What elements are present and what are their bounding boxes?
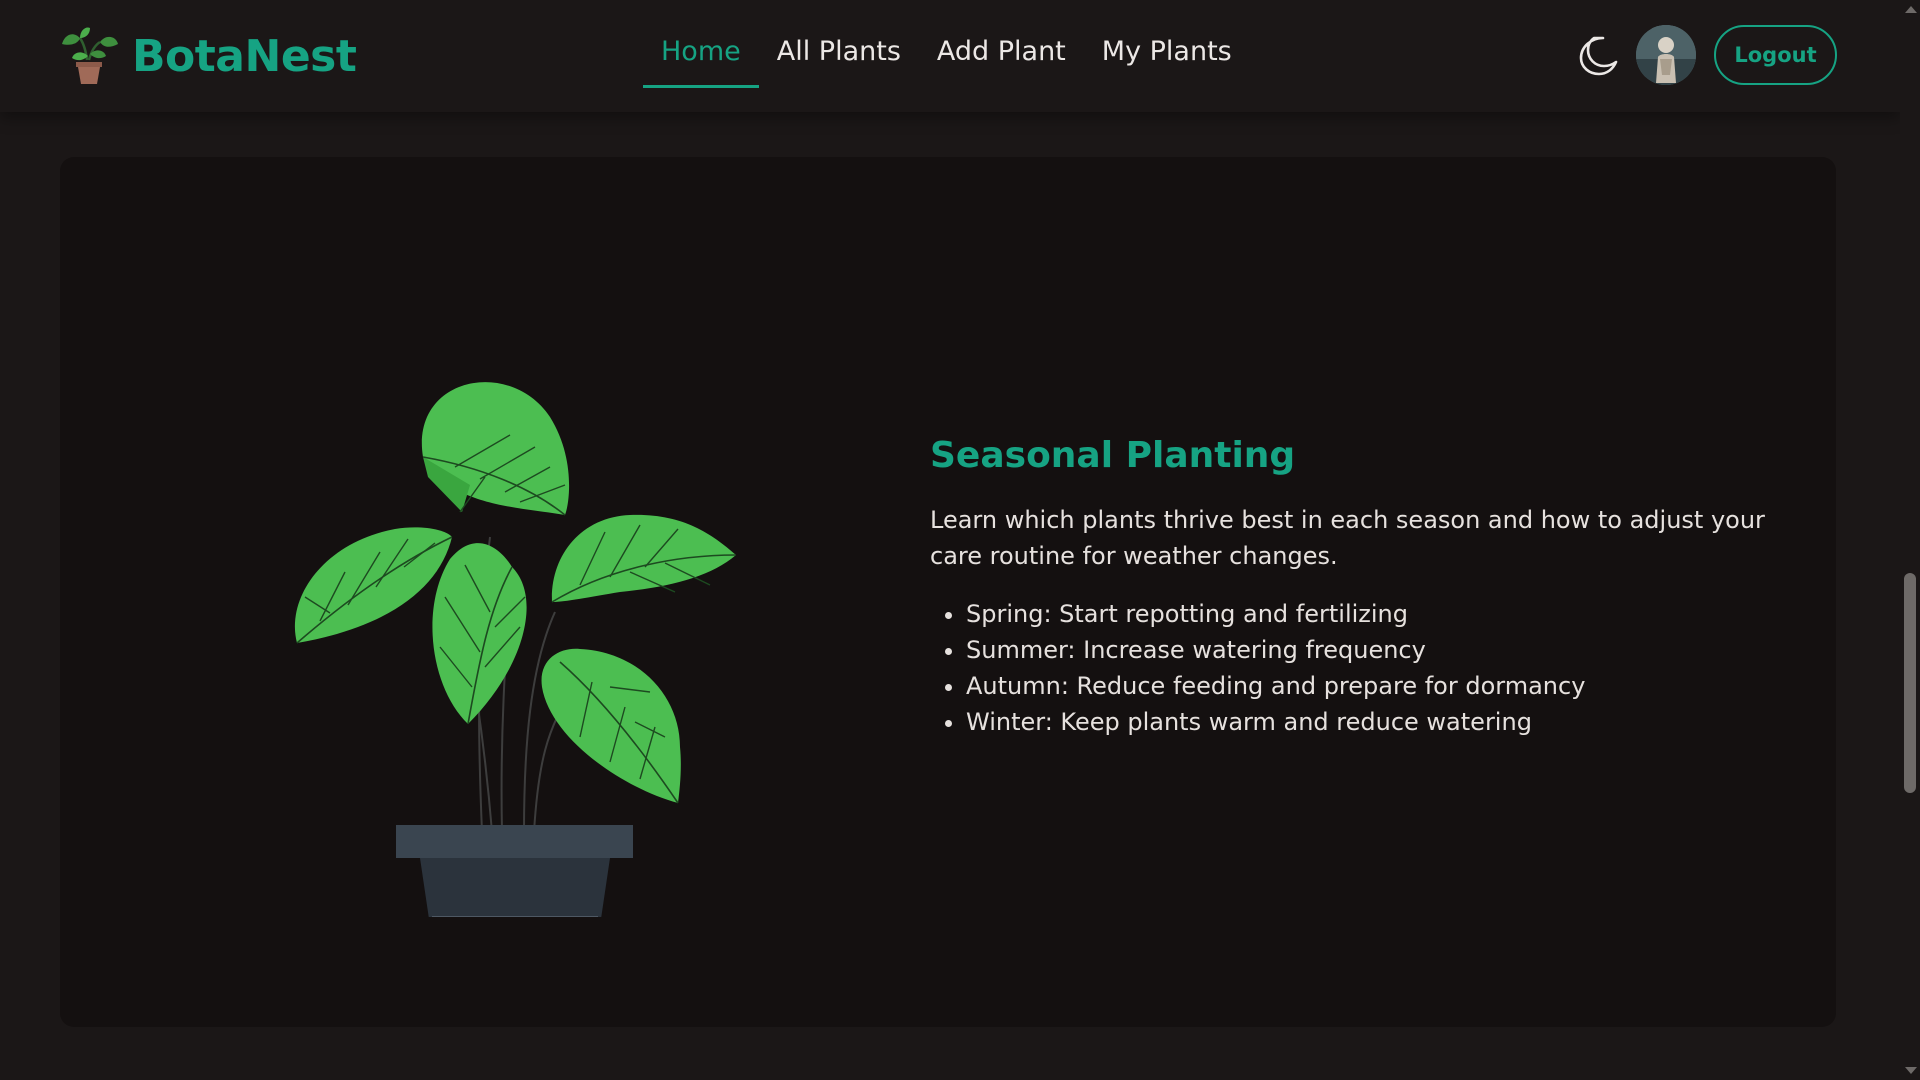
scroll-down-icon[interactable] (1905, 1067, 1917, 1074)
nav-link-my-plants[interactable]: My Plants (1084, 30, 1250, 88)
moon-icon (1579, 36, 1618, 76)
theme-toggle[interactable] (1572, 29, 1624, 81)
list-item: Winter: Keep plants warm and reduce wate… (966, 704, 1800, 740)
nav-actions: Logout (1572, 25, 1837, 85)
scroll-up-icon[interactable] (1905, 6, 1917, 13)
nav-link-all-plants[interactable]: All Plants (759, 30, 919, 88)
section-title: Seasonal Planting (930, 435, 1296, 476)
scrollbar-thumb[interactable] (1904, 573, 1916, 793)
nav-link-add-plant[interactable]: Add Plant (919, 30, 1084, 88)
brand[interactable]: BotaNest (60, 26, 357, 86)
list-item: Summer: Increase watering frequency (966, 632, 1800, 668)
navbar: BotaNest Home All Plants Add Plant My Pl… (0, 0, 1900, 112)
plant-pot-icon (62, 27, 118, 84)
avatar[interactable] (1636, 25, 1696, 85)
main-nav: Home All Plants Add Plant My Plants (643, 30, 1250, 88)
section-description: Learn which plants thrive best in each s… (930, 506, 1765, 570)
seasonal-tips-list: Spring: Start repotting and fertilizing … (930, 596, 1800, 740)
list-item: Spring: Start repotting and fertilizing (966, 596, 1800, 632)
potted-plant-illustration (294, 382, 737, 917)
seasonal-planting-content: Seasonal Planting Learn which plants thr… (930, 435, 1800, 740)
user-photo-icon (1636, 25, 1696, 85)
nav-link-home[interactable]: Home (643, 30, 759, 88)
list-item: Autumn: Reduce feeding and prepare for d… (966, 668, 1800, 704)
seasonal-planting-card: Seasonal Planting Learn which plants thr… (60, 157, 1836, 1027)
page-scrollbar[interactable] (1900, 0, 1920, 1080)
logout-button[interactable]: Logout (1714, 25, 1837, 85)
brand-name: BotaNest (132, 30, 357, 82)
